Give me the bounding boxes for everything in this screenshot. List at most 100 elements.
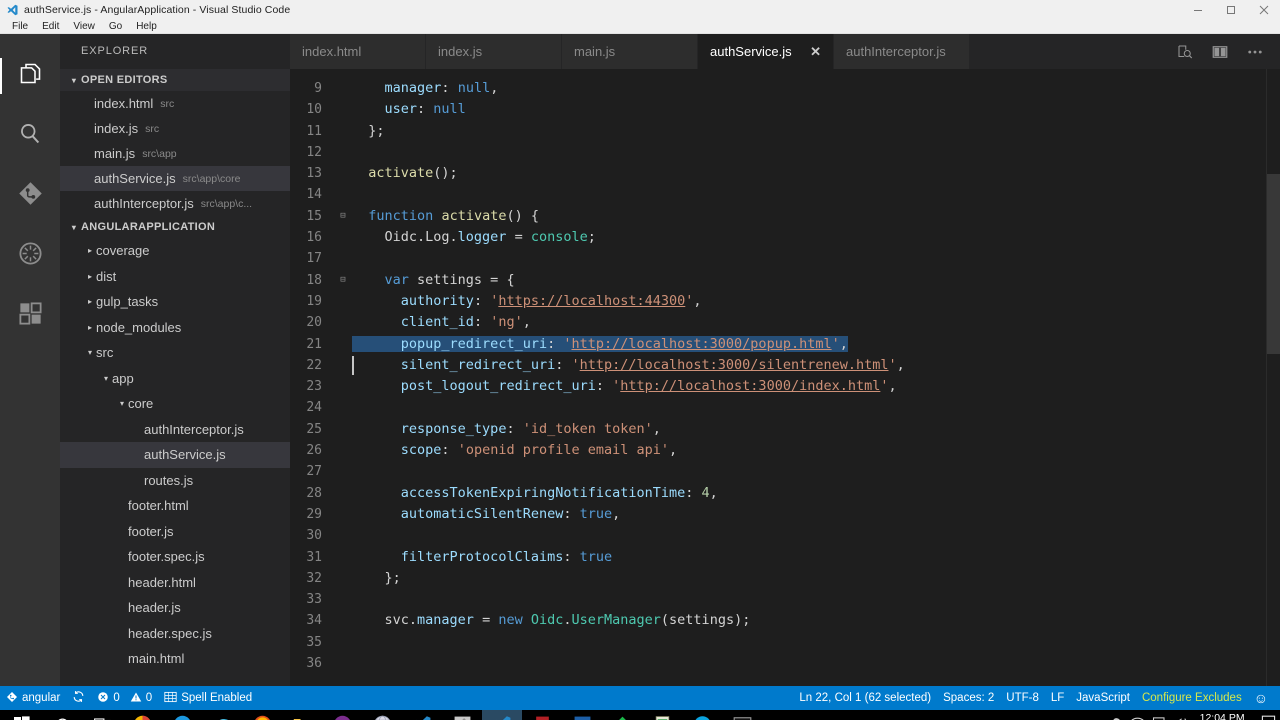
code-lines[interactable]: 9 manager: null, 10 user: null 11 }; 12 13 a… bbox=[290, 69, 1266, 686]
taskbar-chrome[interactable] bbox=[122, 710, 162, 720]
code-line[interactable]: 23 post_logout_redirect_uri: 'http://loc… bbox=[290, 376, 1266, 397]
tree-folder[interactable]: ▾ app bbox=[60, 366, 290, 392]
activity-source-control[interactable] bbox=[0, 166, 60, 226]
activity-extensions[interactable] bbox=[0, 286, 60, 346]
code-line[interactable]: 30 bbox=[290, 525, 1266, 546]
close-tab-icon[interactable]: ✕ bbox=[796, 44, 821, 60]
editor-tab[interactable]: authService.js ✕ bbox=[698, 34, 834, 69]
close-button[interactable] bbox=[1247, 0, 1280, 19]
code-line[interactable]: 28 accessTokenExpiringNotificationTime: … bbox=[290, 483, 1266, 504]
tree-file[interactable]: header.html bbox=[60, 570, 290, 596]
code-line[interactable]: 15 ⊟ function activate() { bbox=[290, 206, 1266, 227]
code-link[interactable]: http://localhost:3000/silentrenew.html bbox=[580, 357, 889, 373]
code-line[interactable]: 24 bbox=[290, 397, 1266, 418]
status-indentation[interactable]: Spaces: 2 bbox=[937, 686, 1000, 710]
taskbar-media-player[interactable]: MP bbox=[562, 710, 602, 720]
taskbar-postman[interactable] bbox=[322, 710, 362, 720]
status-spell[interactable]: Spell Enabled bbox=[158, 686, 258, 710]
taskbar-pdf-reader[interactable] bbox=[522, 710, 562, 720]
code-editor[interactable]: 9 manager: null, 10 user: null 11 }; 12 13 a… bbox=[290, 69, 1280, 686]
menu-view[interactable]: View bbox=[66, 19, 102, 34]
code-line[interactable]: 32 }; bbox=[290, 568, 1266, 589]
code-line[interactable]: 35 bbox=[290, 632, 1266, 653]
tree-file[interactable]: footer.js bbox=[60, 519, 290, 545]
status-encoding[interactable]: UTF-8 bbox=[1000, 686, 1045, 710]
tree-folder[interactable]: ▾ core bbox=[60, 391, 290, 417]
display-icon[interactable] bbox=[1152, 715, 1167, 720]
menu-edit[interactable]: Edit bbox=[35, 19, 66, 34]
code-line[interactable]: 22 silent_redirect_uri: 'http://localhos… bbox=[290, 355, 1266, 376]
status-problems[interactable]: 0 0 bbox=[91, 686, 158, 710]
taskbar-firefox[interactable] bbox=[242, 710, 282, 720]
open-editor-item[interactable]: index.html src bbox=[60, 91, 290, 116]
more-actions-icon[interactable] bbox=[1237, 34, 1272, 69]
code-line[interactable]: 13 activate(); bbox=[290, 163, 1266, 184]
taskbar-internet-explorer[interactable]: e bbox=[202, 710, 242, 720]
code-link[interactable]: http://localhost:3000/popup.html bbox=[572, 336, 832, 352]
code-line[interactable]: 9 manager: null, bbox=[290, 78, 1266, 99]
code-line[interactable]: 21 popup_redirect_uri: 'http://localhost… bbox=[290, 334, 1266, 355]
tree-file[interactable]: main.html bbox=[60, 646, 290, 672]
open-editor-item[interactable]: authService.js src\app\core bbox=[60, 166, 290, 191]
minimize-button[interactable] bbox=[1181, 0, 1214, 19]
tree-file[interactable]: routes.js bbox=[60, 468, 290, 494]
clock[interactable]: 12:04 PM 11/15/2016 bbox=[1196, 712, 1254, 720]
cortana-search-button[interactable] bbox=[42, 710, 82, 720]
tree-folder[interactable]: ▾ src bbox=[60, 340, 290, 366]
open-editor-item[interactable]: index.js src bbox=[60, 116, 290, 141]
volume-icon[interactable] bbox=[1174, 715, 1189, 720]
tree-folder[interactable]: ▸ coverage bbox=[60, 238, 290, 264]
start-button[interactable] bbox=[2, 710, 42, 720]
code-line[interactable]: 14 bbox=[290, 184, 1266, 205]
code-line[interactable]: 33 bbox=[290, 589, 1266, 610]
open-editor-item[interactable]: authInterceptor.js src\app\c... bbox=[60, 191, 290, 216]
code-line[interactable]: 16 Oidc.Log.logger = console; bbox=[290, 227, 1266, 248]
status-eol[interactable]: LF bbox=[1045, 686, 1070, 710]
code-link[interactable]: http://localhost:3000/index.html bbox=[620, 378, 880, 394]
taskbar-skype[interactable]: S bbox=[682, 710, 722, 720]
taskbar-edge[interactable] bbox=[162, 710, 202, 720]
notification-icon[interactable] bbox=[1261, 715, 1276, 720]
menu-help[interactable]: Help bbox=[129, 19, 164, 34]
tree-folder[interactable]: ▸ node_modules bbox=[60, 315, 290, 341]
code-line[interactable]: 29 automaticSilentRenew: true, bbox=[290, 504, 1266, 525]
tree-file[interactable]: authInterceptor.js bbox=[60, 417, 290, 443]
taskbar-excel[interactable] bbox=[642, 710, 682, 720]
section-open-editors[interactable]: ▾ OPEN EDITORS bbox=[60, 69, 290, 91]
code-line[interactable]: 36 bbox=[290, 653, 1266, 674]
code-line[interactable]: 25 response_type: 'id_token token', bbox=[290, 419, 1266, 440]
code-line[interactable]: 20 client_id: 'ng', bbox=[290, 312, 1266, 333]
code-line[interactable]: 34 svc.manager = new Oidc.UserManager(se… bbox=[290, 610, 1266, 631]
status-cursor-position[interactable]: Ln 22, Col 1 (62 selected) bbox=[793, 686, 937, 710]
menu-go[interactable]: Go bbox=[102, 19, 129, 34]
taskbar-vscode-1[interactable] bbox=[402, 710, 442, 720]
taskbar-sourcetree[interactable] bbox=[602, 710, 642, 720]
code-line[interactable]: 11 }; bbox=[290, 121, 1266, 142]
split-editor-icon[interactable] bbox=[1202, 34, 1237, 69]
status-branch[interactable]: angular bbox=[0, 686, 66, 710]
code-line[interactable]: 27 bbox=[290, 461, 1266, 482]
activity-debug[interactable] bbox=[0, 226, 60, 286]
taskbar-vscode-active[interactable] bbox=[482, 710, 522, 720]
taskbar-browser-stack[interactable] bbox=[362, 710, 402, 720]
code-line[interactable]: 26 scope: 'openid profile email api', bbox=[290, 440, 1266, 461]
scrollbar-thumb[interactable] bbox=[1267, 174, 1280, 354]
activity-search[interactable] bbox=[0, 106, 60, 166]
status-feedback-smiley[interactable]: ☺ bbox=[1248, 686, 1280, 710]
tree-file[interactable]: footer.html bbox=[60, 493, 290, 519]
tree-file[interactable]: header.js bbox=[60, 595, 290, 621]
taskbar-tools[interactable] bbox=[442, 710, 482, 720]
menu-file[interactable]: File bbox=[5, 19, 35, 34]
code-line[interactable]: 31 filterProtocolClaims: true bbox=[290, 547, 1266, 568]
status-sync[interactable] bbox=[66, 686, 91, 710]
code-link[interactable]: https://localhost:44300 bbox=[498, 293, 685, 309]
maximize-button[interactable] bbox=[1214, 0, 1247, 19]
task-view-button[interactable] bbox=[82, 710, 122, 720]
code-line[interactable]: 19 authority: 'https://localhost:44300', bbox=[290, 291, 1266, 312]
tree-folder[interactable]: ▸ dist bbox=[60, 264, 290, 290]
activity-explorer[interactable] bbox=[0, 46, 60, 106]
tree-file[interactable]: header.spec.js bbox=[60, 621, 290, 647]
code-line[interactable]: 18 ⊟ var settings = { bbox=[290, 270, 1266, 291]
editor-tab[interactable]: main.js bbox=[562, 34, 698, 69]
editor-tab[interactable]: index.js bbox=[426, 34, 562, 69]
